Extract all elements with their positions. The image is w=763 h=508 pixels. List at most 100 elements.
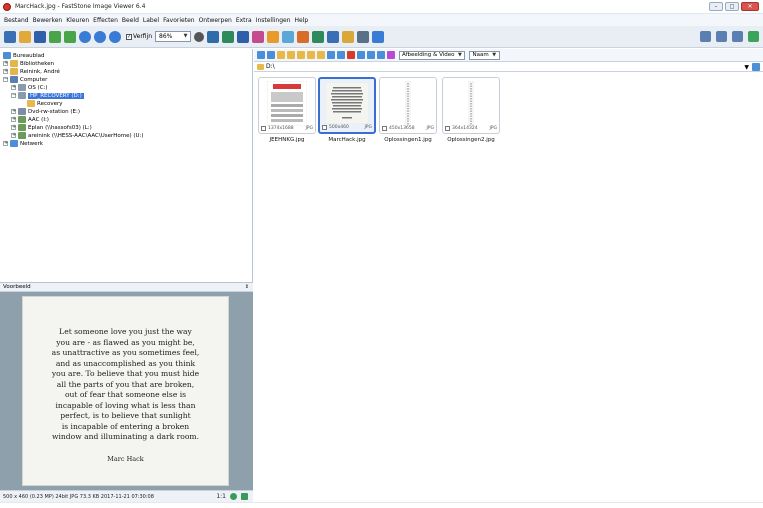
- resize-icon[interactable]: [222, 30, 235, 43]
- menu-beeld[interactable]: Beeld: [120, 17, 141, 24]
- tree-expander[interactable]: +: [11, 133, 16, 138]
- prev-image-icon[interactable]: [49, 30, 61, 43]
- slideshow-icon[interactable]: [282, 30, 295, 43]
- up-folder-icon[interactable]: [277, 51, 285, 59]
- fit-checkbox[interactable]: ✓ Verfijn: [126, 33, 152, 40]
- menu-help[interactable]: Help: [293, 17, 311, 24]
- thumbnail-item[interactable]: 500x460 JPG MarcHack.jpg: [318, 77, 376, 149]
- tree-item-hp-recovery[interactable]: − HP_RECOVERY (D:): [11, 92, 84, 99]
- menu-extra[interactable]: Extra: [234, 17, 254, 24]
- thumbnail-checkbox[interactable]: [322, 125, 327, 130]
- next-image-icon[interactable]: [64, 30, 76, 43]
- preview-toggle-icon[interactable]: ⇕: [245, 284, 249, 290]
- move-to-icon[interactable]: [317, 51, 325, 59]
- tree-expander[interactable]: +: [11, 85, 16, 90]
- tree-item-network[interactable]: + Netwerk: [3, 140, 43, 147]
- copy-to-icon[interactable]: [307, 51, 315, 59]
- thumbnail-checkbox[interactable]: [382, 126, 387, 131]
- thumbnail-frame[interactable]: 500x460 JPG: [318, 77, 376, 134]
- tree-expander[interactable]: −: [11, 93, 16, 98]
- effects-icon[interactable]: [267, 30, 280, 43]
- compare-icon[interactable]: [237, 30, 250, 43]
- fit-checkbox-box[interactable]: ✓: [126, 33, 132, 40]
- thumbnail-checkbox[interactable]: [445, 126, 450, 131]
- delete-icon[interactable]: [347, 51, 355, 59]
- menu-bestand[interactable]: Bestand: [2, 17, 31, 24]
- layout-icon-2[interactable]: [716, 31, 727, 42]
- open-folder-icon[interactable]: [4, 30, 16, 43]
- rotate-icon[interactable]: [297, 30, 310, 43]
- thumbnail-frame[interactable]: 450x13658 JPG: [379, 77, 437, 134]
- tree-item-userhome[interactable]: + areinink (\\HESS-AAC\AAC\UserHome) (U:…: [11, 132, 144, 139]
- path-bar[interactable]: D:\ ▼: [254, 61, 763, 72]
- favorites-folder-icon[interactable]: [297, 51, 305, 59]
- tree-expander[interactable]: +: [11, 117, 16, 122]
- tree-item-os-c[interactable]: + OS (C:): [11, 84, 48, 91]
- tree-expander[interactable]: +: [3, 141, 8, 146]
- new-folder-icon[interactable]: [287, 51, 295, 59]
- tree-item-aac[interactable]: + AAC (I:): [11, 116, 49, 123]
- print-icon[interactable]: [357, 30, 370, 43]
- tree-expander[interactable]: −: [3, 77, 8, 82]
- chevron-down-icon[interactable]: ▼: [744, 64, 749, 71]
- thumbnail-checkbox[interactable]: [261, 126, 266, 131]
- sort-select[interactable]: Naam ▼: [469, 50, 500, 60]
- zoom-ratio[interactable]: 1:1: [216, 493, 226, 500]
- flip-icon[interactable]: [312, 30, 325, 43]
- tree-item-computer[interactable]: − Computer: [3, 76, 47, 83]
- tree-expander[interactable]: +: [3, 61, 8, 66]
- crop-icon[interactable]: [207, 30, 220, 43]
- tree-expander[interactable]: +: [11, 109, 16, 114]
- refresh-icon[interactable]: [230, 493, 237, 500]
- actual-size-icon[interactable]: [109, 30, 121, 43]
- current-path[interactable]: D:\: [266, 63, 275, 70]
- file-filter-select[interactable]: Afbeelding & Video ▼: [399, 50, 466, 60]
- color-adjust-icon[interactable]: [252, 30, 265, 43]
- list-view-icon[interactable]: [367, 51, 375, 59]
- save-icon[interactable]: [34, 30, 46, 43]
- menu-bewerken[interactable]: Bewerken: [31, 17, 65, 24]
- settings-icon[interactable]: [372, 30, 385, 43]
- tree-item-desktop[interactable]: Bureaublad: [3, 52, 45, 59]
- maximize-button[interactable]: ◻: [725, 2, 739, 11]
- tree-expander[interactable]: +: [3, 69, 8, 74]
- forward-arrow-icon[interactable]: [267, 51, 275, 59]
- color-label-icon[interactable]: [387, 51, 395, 59]
- thumbnail-frame[interactable]: 1374x1688 JPG: [258, 77, 316, 134]
- screen-capture-icon[interactable]: [327, 30, 340, 43]
- tree-item-user[interactable]: + Reinink, André: [3, 68, 60, 75]
- tree-item-dvd[interactable]: + Dvd-rw-station (E:): [11, 108, 80, 115]
- tree-item-eplan[interactable]: + Eplan (\\hassofs03) (L:): [11, 124, 92, 131]
- email-icon[interactable]: [342, 30, 355, 43]
- menu-instellingen[interactable]: Instellingen: [254, 17, 293, 24]
- pan-hand-icon[interactable]: [194, 31, 205, 42]
- layout-icon-3[interactable]: [732, 31, 743, 42]
- menu-kleuren[interactable]: Kleuren: [64, 17, 91, 24]
- details-view-icon[interactable]: [377, 51, 385, 59]
- thumbnail-view-icon[interactable]: [357, 51, 365, 59]
- select-all-icon[interactable]: [327, 51, 335, 59]
- history-icon[interactable]: [752, 63, 760, 71]
- menu-effecten[interactable]: Effecten: [91, 17, 120, 24]
- fit-window-icon[interactable]: [241, 493, 248, 500]
- tree-expander[interactable]: +: [11, 125, 16, 130]
- fullscreen-icon[interactable]: [748, 31, 759, 42]
- minimize-button[interactable]: –: [709, 2, 723, 11]
- layout-icon-1[interactable]: [700, 31, 711, 42]
- close-button[interactable]: ✕: [741, 2, 759, 11]
- thumbnail-item[interactable]: 364x14324 JPG Oplossingen2.jpg: [442, 77, 500, 149]
- menu-favorieten[interactable]: Favorieten: [161, 17, 196, 24]
- tree-item-libraries[interactable]: + Bibliotheken: [3, 60, 54, 67]
- zoom-in-icon[interactable]: [79, 30, 91, 43]
- zoom-out-icon[interactable]: [94, 30, 106, 43]
- thumbnail-frame[interactable]: 364x14324 JPG: [442, 77, 500, 134]
- menu-ontwerpen[interactable]: Ontwerpen: [197, 17, 234, 24]
- refresh-folder-icon[interactable]: [337, 51, 345, 59]
- tree-item-recovery[interactable]: Recovery: [27, 100, 63, 107]
- thumbnail-item[interactable]: 450x13658 JPG Oplossingen1.jpg: [379, 77, 437, 149]
- back-arrow-icon[interactable]: [257, 51, 265, 59]
- thumbnail-item[interactable]: 1374x1688 JPG JEEHNKG.jpg: [258, 77, 316, 149]
- browse-icon[interactable]: [19, 30, 31, 43]
- zoom-select[interactable]: 86% ▼: [155, 31, 192, 42]
- menu-label[interactable]: Label: [141, 17, 161, 24]
